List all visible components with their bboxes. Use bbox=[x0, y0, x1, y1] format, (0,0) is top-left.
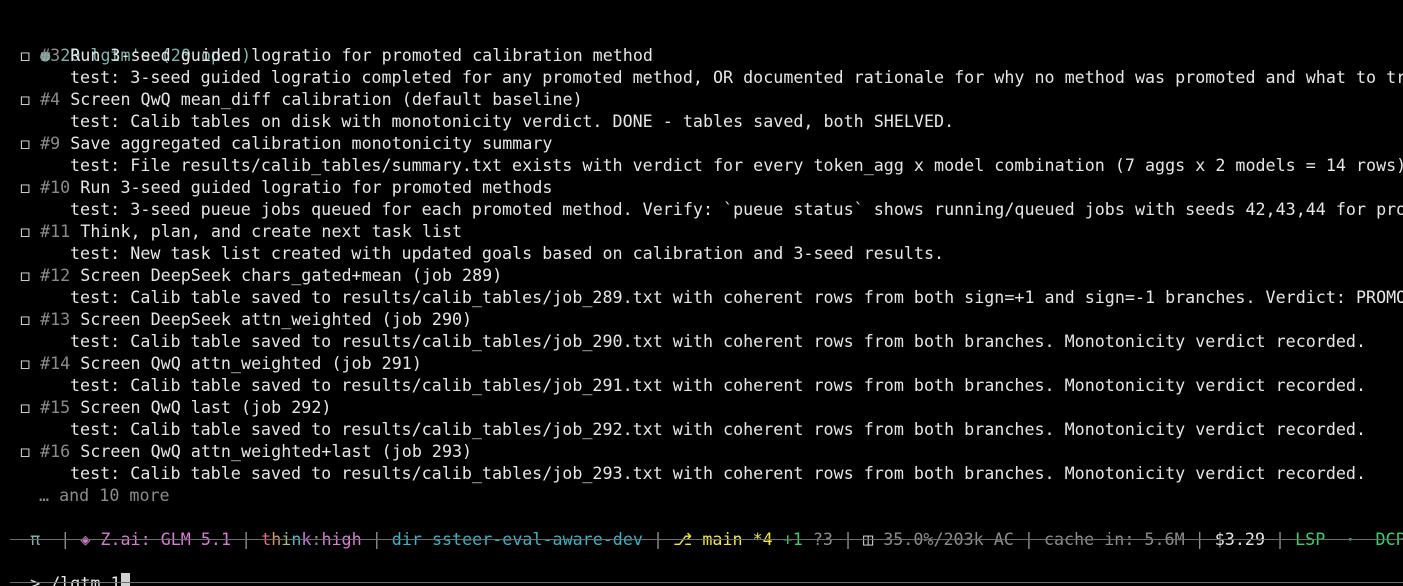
more-tasks-indicator[interactable]: … and 10 more bbox=[39, 484, 170, 506]
prompt-symbol: > bbox=[30, 573, 41, 586]
checkbox-icon[interactable]: ◻ bbox=[20, 397, 30, 417]
task-title: Screen QwQ attn_weighted (job 291) bbox=[80, 353, 422, 373]
task-test-criteria: test: Calib tables on disk with monotoni… bbox=[70, 111, 955, 131]
task-item[interactable]: ◻ #13 Screen DeepSeek attn_weighted (job… bbox=[20, 308, 472, 330]
task-id: #13 bbox=[40, 309, 71, 329]
task-id: #9 bbox=[40, 133, 61, 153]
task-title: Run 3-seed guided logratio for promoted … bbox=[80, 177, 553, 197]
text-cursor bbox=[120, 573, 130, 586]
task-test-criteria: test: Calib table saved to results/calib… bbox=[70, 331, 1367, 351]
divider-bottom bbox=[10, 582, 1403, 583]
task-test-criteria: test: New task list created with updated… bbox=[70, 243, 945, 263]
checkbox-icon[interactable]: ◻ bbox=[20, 265, 30, 285]
task-item[interactable]: ◻ #15 Screen QwQ last (job 292) bbox=[20, 396, 331, 418]
task-id: #3 bbox=[40, 45, 61, 65]
task-item[interactable]: ◻ #3 Run 3-seed guided logratio for prom… bbox=[20, 44, 653, 66]
checkbox-icon[interactable]: ◻ bbox=[20, 89, 30, 109]
task-test-criteria: test: 3-seed pueue jobs queued for each … bbox=[70, 199, 1403, 219]
task-item[interactable]: ◻ #9 Save aggregated calibration monoton… bbox=[20, 132, 552, 154]
task-test-criteria: test: Calib table saved to results/calib… bbox=[70, 375, 1367, 395]
task-id: #4 bbox=[40, 89, 61, 109]
task-item[interactable]: ◻ #4 Screen QwQ mean_diff calibration (d… bbox=[20, 88, 583, 110]
status-bar: π | ◈ Z.ai: GLM 5.1 | think:high | dir s… bbox=[10, 506, 1403, 549]
task-item[interactable]: ◻ #14 Screen QwQ attn_weighted (job 291) bbox=[20, 352, 422, 374]
task-item[interactable]: ◻ #10 Run 3-seed guided logratio for pro… bbox=[20, 176, 552, 198]
checkbox-icon[interactable]: ◻ bbox=[20, 353, 30, 373]
task-title: Screen DeepSeek attn_weighted (job 290) bbox=[80, 309, 473, 329]
checkbox-icon[interactable]: ◻ bbox=[20, 177, 30, 197]
task-title: Run 3-seed guided logratio for promoted … bbox=[70, 45, 653, 65]
checkbox-icon[interactable]: ◻ bbox=[20, 309, 30, 329]
checkbox-icon[interactable]: ◻ bbox=[20, 133, 30, 153]
task-title: Think, plan, and create next task list bbox=[80, 221, 463, 241]
task-item[interactable]: ◻ #16 Screen QwQ attn_weighted+last (job… bbox=[20, 440, 472, 462]
checkbox-icon[interactable]: ◻ bbox=[20, 441, 30, 461]
command-input[interactable]: /lgtm 1 bbox=[50, 573, 120, 586]
task-id: #11 bbox=[40, 221, 71, 241]
lgtm-header: ● 20 lgtm's (20 open) bbox=[0, 22, 251, 65]
checkbox-icon[interactable]: ◻ bbox=[20, 221, 30, 241]
task-id: #14 bbox=[40, 353, 71, 373]
divider-top bbox=[10, 539, 1403, 540]
task-title: Screen DeepSeek chars_gated+mean (job 28… bbox=[80, 265, 503, 285]
checkbox-icon[interactable]: ◻ bbox=[20, 45, 30, 65]
task-test-criteria: test: Calib table saved to results/calib… bbox=[70, 463, 1367, 483]
task-test-criteria: test: 3-seed guided logratio completed f… bbox=[70, 67, 1403, 87]
task-item[interactable]: ◻ #11 Think, plan, and create next task … bbox=[20, 220, 462, 242]
task-test-criteria: test: Calib table saved to results/calib… bbox=[70, 287, 1403, 307]
task-title: Screen QwQ mean_diff calibration (defaul… bbox=[70, 89, 583, 109]
task-id: #12 bbox=[40, 265, 71, 285]
task-id: #15 bbox=[40, 397, 71, 417]
task-item[interactable]: ◻ #12 Screen DeepSeek chars_gated+mean (… bbox=[20, 264, 502, 286]
task-test-criteria: test: File results/calib_tables/summary.… bbox=[70, 155, 1403, 175]
task-title: Save aggregated calibration monotonicity… bbox=[70, 133, 553, 153]
task-test-criteria: test: Calib table saved to results/calib… bbox=[70, 419, 1367, 439]
command-input-row[interactable]: > /lgtm 1 bbox=[10, 550, 130, 586]
task-id: #16 bbox=[40, 441, 71, 461]
task-title: Screen QwQ attn_weighted+last (job 293) bbox=[80, 441, 473, 461]
task-id: #10 bbox=[40, 177, 71, 197]
task-title: Screen QwQ last (job 292) bbox=[80, 397, 332, 417]
